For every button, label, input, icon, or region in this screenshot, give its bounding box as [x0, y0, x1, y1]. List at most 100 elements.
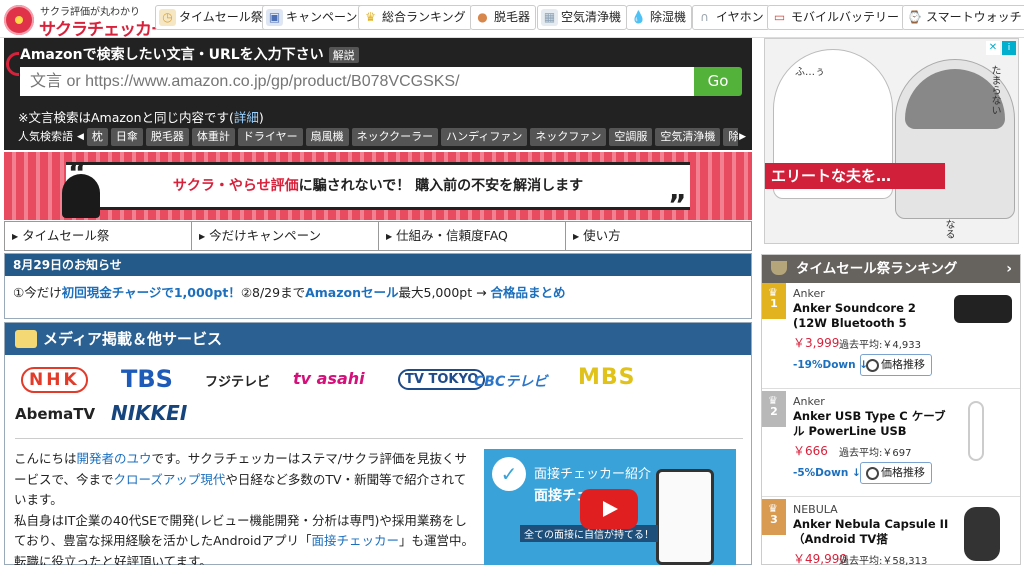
- nav-item-timesale[interactable]: ◷ タイムセール祭: [155, 5, 269, 30]
- product-brand: NEBULA: [793, 503, 838, 516]
- keyword-chip[interactable]: 扇風機: [305, 128, 349, 146]
- nav-item-ranking[interactable]: ♛ 総合ランキング: [358, 5, 472, 30]
- check-icon: ✓: [492, 457, 526, 491]
- gift-icon: ▣: [266, 9, 283, 26]
- product-name[interactable]: Anker Nebula Capsule II（Android TV搭: [793, 517, 953, 547]
- nav-item-epilator[interactable]: ● 脱毛器: [470, 5, 537, 30]
- speaker-image: [954, 295, 1012, 323]
- discount-rate: -19%Down ↓: [793, 359, 869, 371]
- scroll-right-icon[interactable]: ▶: [739, 132, 746, 142]
- price-history-button[interactable]: 価格推移: [860, 462, 932, 484]
- cbc-logo: CBCテレビ: [474, 374, 548, 390]
- promo-banner[interactable]: サクラ・やらせ評価に騙されないで！ 購入前の不安を解消します “ ”: [4, 152, 752, 220]
- tbs-logo: TBS: [121, 365, 173, 393]
- go-button[interactable]: Go: [694, 67, 742, 96]
- keyword-chip[interactable]: ネッククーラー: [351, 128, 439, 146]
- product-brand: Anker: [793, 287, 825, 300]
- search-panel: Amazonで検索したい文言・URLを入力下さい解説 Go ※文言検索はAmaz…: [4, 38, 752, 150]
- crown-icon: ♛: [768, 394, 778, 407]
- droplet-icon: 💧: [631, 10, 646, 24]
- keyword-chip[interactable]: 脱毛器: [145, 128, 189, 146]
- ranking-panel: タイムセール祭ランキング › 1 ♛ Anker Anker Soundcore …: [761, 254, 1021, 565]
- nav-item-air-purifier[interactable]: ▦ 空気清浄機: [537, 5, 628, 30]
- popular-label: 人気検索語: [18, 130, 73, 143]
- video-title: 面接チェッカー紹介: [534, 467, 652, 482]
- keyword-chip[interactable]: 体重計: [191, 128, 235, 146]
- keyword-chip[interactable]: ドライヤー: [237, 128, 303, 146]
- help-link[interactable]: 解説: [328, 47, 359, 63]
- product-price: ￥3,999: [793, 336, 840, 350]
- charge-link[interactable]: 初回現金チャージで1,000pt！: [62, 285, 241, 300]
- news-header: 8月29日のお知らせ: [5, 254, 751, 276]
- projector-image: [964, 507, 1000, 561]
- product-price: ￥666: [793, 444, 828, 458]
- fujitv-logo: フジテレビ: [205, 375, 271, 390]
- popular-keywords: 人気検索語 ◀ 枕日傘 脱毛器 体重計 ドライヤー 扇風機 ネッククーラー ハンディファン ネック…: [18, 128, 738, 146]
- tab-howto[interactable]: 使い方: [566, 222, 752, 250]
- top-navigation-bar: サクラ評価が丸わかり サクラチェッカー ◷ タイムセール祭 ▣ キャンペーン ♛ 総合…: [0, 0, 1024, 40]
- ranking-item[interactable]: 3 ♛ NEBULA Anker Nebula Capsule II（Andro…: [762, 499, 1020, 565]
- nav-item-smartwatch[interactable]: ⌚ スマートウォッチ: [902, 5, 1024, 30]
- ad-caption: エリートな夫を…: [765, 163, 945, 189]
- watch-icon: ⌚: [907, 10, 922, 24]
- nav-item-campaign[interactable]: ▣ キャンペーン: [262, 5, 364, 30]
- search-input[interactable]: [20, 67, 694, 96]
- detail-link[interactable]: 詳細: [234, 110, 259, 125]
- interview-checker-link[interactable]: 面接チェッカー: [311, 533, 399, 548]
- ranking-header[interactable]: タイムセール祭ランキング ›: [762, 255, 1020, 283]
- crown-icon: ♛: [768, 502, 778, 515]
- closeup-link[interactable]: クローズアップ現代: [114, 472, 226, 487]
- developer-link[interactable]: 開発者のユウ: [77, 451, 152, 466]
- keyword-chip[interactable]: 除: [723, 128, 738, 146]
- video-embed[interactable]: ✓ 面接チェッカー紹介 面接チェ 全ての面接に自信が持てる！: [484, 449, 736, 565]
- play-button[interactable]: [580, 489, 638, 529]
- news-panel: 8月29日のお知らせ ①今だけ初回現金チャージで1,000pt！②8/29までA…: [4, 253, 752, 319]
- advertisement[interactable]: ふ…ぅ たまらない なる エリートな夫を… ✕ i: [764, 38, 1019, 244]
- passed-items-link[interactable]: 合格品まとめ: [491, 285, 566, 300]
- keyword-chip[interactable]: 空調服: [609, 128, 653, 146]
- nav-item-mobile-battery[interactable]: ▭ モバイルバッテリー: [767, 5, 906, 30]
- average-price: 過去平均:￥697: [839, 448, 912, 459]
- ad-info-icon[interactable]: i: [1002, 41, 1016, 55]
- keyword-chip[interactable]: 枕: [86, 128, 108, 146]
- sakura-flower-icon: [4, 5, 34, 35]
- nhk-logo: NHK: [21, 367, 88, 393]
- clock-icon: ◷: [159, 9, 176, 26]
- keyword-chip[interactable]: ネックファン: [530, 128, 607, 146]
- nav-item-dehumidifier[interactable]: 💧 除湿機: [626, 5, 693, 30]
- tab-faq[interactable]: 仕組み・信頼度FAQ: [379, 222, 566, 250]
- average-price: 過去平均:￥4,933: [839, 340, 921, 351]
- tab-campaign[interactable]: 今だけキャンペーン: [192, 222, 379, 250]
- ranking-item[interactable]: 2 ♛ Anker Anker USB Type C ケーブル PowerLin…: [762, 391, 1020, 497]
- divider: [15, 438, 743, 439]
- curl-arrow-icon: [6, 52, 19, 76]
- search-title: Amazonで検索したい文言・URLを入力下さい 解説: [20, 44, 359, 64]
- keyword-chip[interactable]: ハンディファン: [441, 128, 528, 146]
- phone-image: [656, 469, 714, 565]
- ad-text: たまらない: [989, 65, 1000, 115]
- crown-icon: ♛: [768, 286, 778, 299]
- tab-timesale[interactable]: タイムセール祭: [5, 222, 192, 250]
- price-history-button[interactable]: 価格推移: [860, 354, 932, 376]
- product-name[interactable]: Anker Soundcore 2 (12W Bluetooth 5: [793, 301, 953, 331]
- nav-item-earphone[interactable]: ∩ イヤホン: [692, 5, 770, 30]
- banner-message-box: サクラ・やらせ評価に騙されないで！ 購入前の不安を解消します: [66, 162, 690, 210]
- amazon-sale-link[interactable]: Amazonセール: [305, 285, 398, 300]
- mbs-logo: MBS: [578, 365, 636, 390]
- ad-text: なる: [943, 219, 954, 239]
- chevron-right-icon[interactable]: ›: [1006, 255, 1012, 283]
- site-logo[interactable]: サクラ評価が丸わかり サクラチェッカー: [2, 2, 168, 40]
- abematv-logo: AbemaTV: [15, 405, 96, 423]
- average-price: 過去平均:￥58,313: [839, 556, 928, 565]
- tvasahi-logo: tv asahi: [293, 369, 365, 388]
- scroll-left-icon[interactable]: ◀: [77, 128, 84, 146]
- tvtokyo-logo: TV TOKYO: [398, 369, 486, 390]
- air-purifier-icon: ▦: [541, 9, 558, 26]
- media-panel: メディア掲載＆他サービス NHK TBS フジテレビ tv asahi TV T…: [4, 322, 752, 565]
- keyword-chip[interactable]: 空気清浄機: [655, 128, 721, 146]
- product-name[interactable]: Anker USB Type C ケーブル PowerLine USB: [793, 409, 953, 439]
- keyword-chip[interactable]: 日傘: [110, 128, 143, 146]
- crown-icon: ♛: [365, 10, 376, 24]
- ranking-item[interactable]: 1 ♛ Anker Anker Soundcore 2 (12W Bluetoo…: [762, 283, 1020, 389]
- ad-close-icon[interactable]: ✕: [986, 41, 1000, 55]
